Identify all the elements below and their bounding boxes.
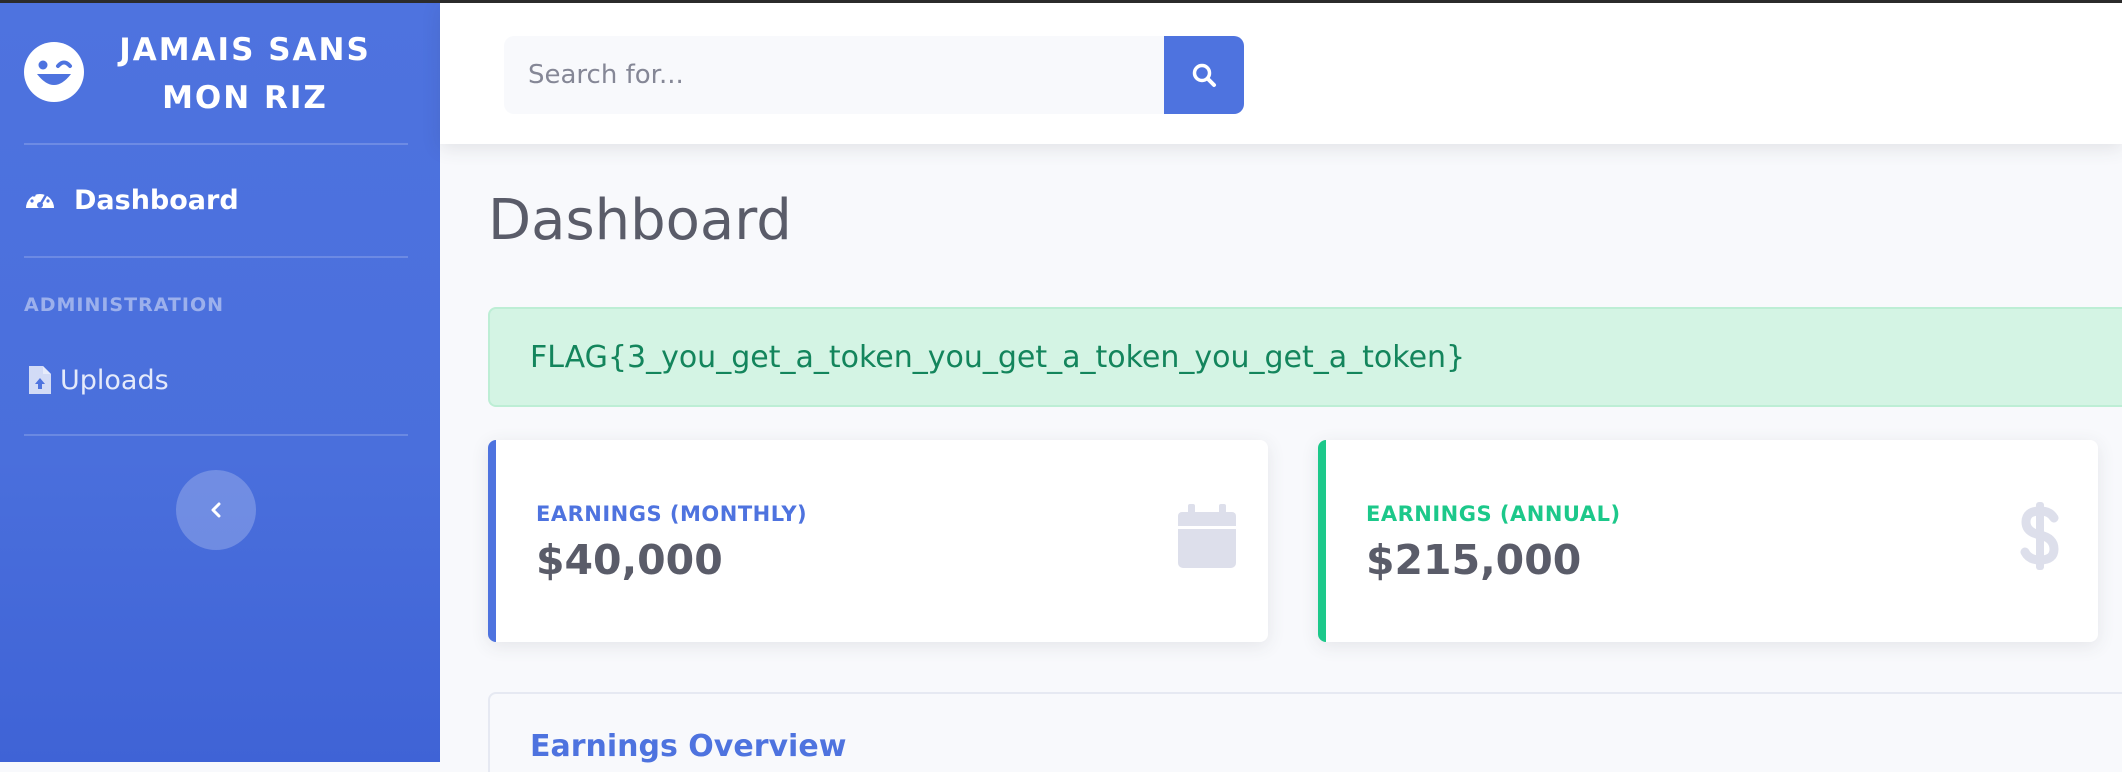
earnings-overview-card: Earnings Overview	[488, 692, 2122, 772]
search-form	[504, 36, 1244, 114]
search-button[interactable]	[1164, 36, 1244, 114]
topbar	[440, 3, 2122, 144]
search-input[interactable]	[504, 36, 1164, 114]
card-value: $40,000	[536, 536, 723, 584]
card-label: EARNINGS (MONTHLY)	[536, 502, 808, 526]
window-top-border	[0, 0, 2122, 3]
sidebar: JAMAIS SANS MON RIZ Dashboard ADMINISTRA…	[0, 0, 440, 762]
dollar-sign-icon	[2020, 502, 2059, 570]
earnings-overview-title: Earnings Overview	[530, 729, 847, 764]
calendar-icon	[1178, 504, 1236, 568]
sidebar-divider	[24, 143, 408, 145]
grin-wink-icon	[24, 42, 84, 102]
chevron-left-icon	[211, 502, 221, 518]
sidebar-item-label: Uploads	[60, 364, 169, 396]
brand-line-1: JAMAIS SANS	[119, 32, 371, 68]
sidebar-item-uploads[interactable]: Uploads	[0, 350, 440, 410]
sidebar-toggle-button[interactable]	[176, 470, 256, 550]
earnings-monthly-card: EARNINGS (MONTHLY) $40,000	[488, 440, 1268, 642]
sidebar-item-label: Dashboard	[74, 184, 239, 216]
sidebar-brand[interactable]: JAMAIS SANS MON RIZ	[0, 0, 440, 145]
sidebar-heading-administration: ADMINISTRATION	[24, 294, 225, 316]
file-upload-icon	[24, 364, 56, 396]
sidebar-divider	[24, 256, 408, 258]
search-icon	[1192, 63, 1216, 87]
brand-name: JAMAIS SANS MON RIZ	[110, 26, 380, 122]
card-value: $215,000	[1366, 536, 1582, 584]
sidebar-divider	[24, 434, 408, 436]
earnings-annual-card: EARNINGS (ANNUAL) $215,000	[1318, 440, 2098, 642]
sidebar-item-dashboard[interactable]: Dashboard	[0, 170, 440, 230]
tachometer-icon	[24, 184, 56, 216]
flag-alert: FLAG{3_you_get_a_token_you_get_a_token_y…	[488, 307, 2122, 407]
brand-line-2: MON RIZ	[162, 80, 328, 116]
page-title: Dashboard	[488, 188, 792, 253]
card-label: EARNINGS (ANNUAL)	[1366, 502, 1621, 526]
